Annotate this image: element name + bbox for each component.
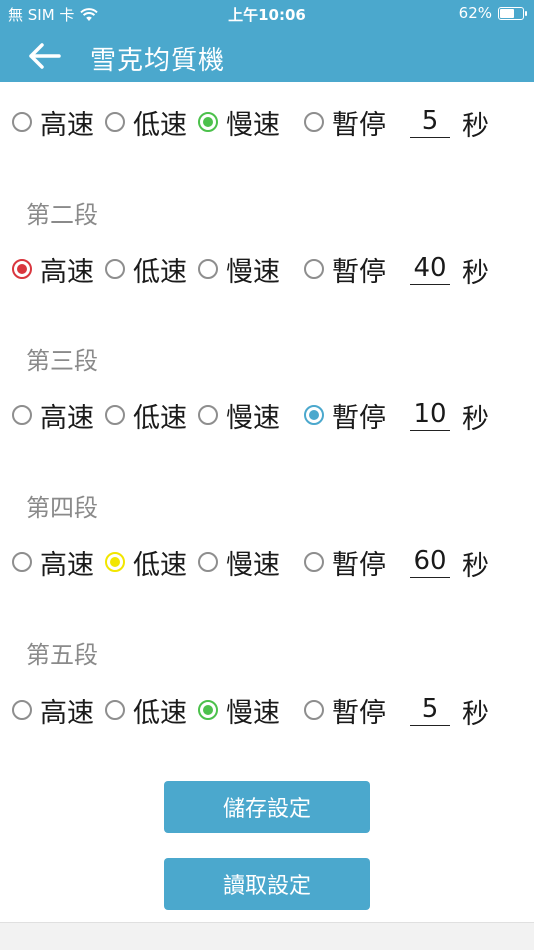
seconds-input[interactable]: [410, 104, 450, 138]
option-label: 慢速: [226, 402, 280, 434]
nav-bar: 雪克均質機: [0, 30, 534, 82]
option-label: 高速: [40, 109, 94, 141]
radio-button[interactable]: [105, 700, 125, 720]
radio-button[interactable]: [198, 259, 218, 279]
seconds-unit: 秒: [462, 551, 489, 582]
segment-title: 第四段: [26, 494, 98, 522]
radio-button[interactable]: [304, 259, 324, 279]
option-label: 高速: [40, 697, 94, 729]
option-label: 低速: [133, 549, 187, 581]
option-high-speed[interactable]: 高速: [12, 542, 94, 582]
segment-row: 高速 低速 慢速 暫停 秒: [0, 102, 534, 142]
seconds-input[interactable]: [410, 251, 450, 285]
option-pause[interactable]: 暫停: [304, 395, 386, 435]
status-bar: 無 SIM 卡 上午10:06 62%: [0, 0, 534, 28]
segment-title: 第二段: [26, 201, 98, 229]
radio-button[interactable]: [12, 259, 32, 279]
battery-icon: [498, 6, 527, 20]
seconds-unit: 秒: [462, 258, 489, 289]
option-label: 高速: [40, 402, 94, 434]
seconds-unit: 秒: [462, 699, 489, 730]
option-label: 暫停: [332, 549, 386, 581]
segment-row: 高速 低速 慢速 暫停 秒: [0, 542, 534, 582]
segment-row: 高速 低速 慢速 暫停 秒: [0, 249, 534, 289]
option-slow-speed[interactable]: 慢速: [198, 102, 280, 142]
option-slow-speed[interactable]: 慢速: [198, 395, 280, 435]
option-low-speed[interactable]: 低速: [105, 542, 187, 582]
segment-title: 第三段: [26, 347, 98, 375]
option-low-speed[interactable]: 低速: [105, 690, 187, 730]
radio-button[interactable]: [304, 112, 324, 132]
option-label: 慢速: [226, 109, 280, 141]
option-label: 暫停: [332, 256, 386, 288]
option-label: 慢速: [226, 256, 280, 288]
option-label: 低速: [133, 256, 187, 288]
option-label: 低速: [133, 402, 187, 434]
radio-button[interactable]: [12, 405, 32, 425]
option-slow-speed[interactable]: 慢速: [198, 249, 280, 289]
radio-button[interactable]: [198, 552, 218, 572]
seconds-input[interactable]: [410, 397, 450, 431]
option-label: 暫停: [332, 109, 386, 141]
radio-button[interactable]: [105, 552, 125, 572]
segment-title: 第五段: [26, 641, 98, 669]
status-right: 62%: [458, 4, 527, 22]
option-label: 低速: [133, 109, 187, 141]
option-slow-speed[interactable]: 慢速: [198, 690, 280, 730]
radio-button[interactable]: [12, 112, 32, 132]
option-pause[interactable]: 暫停: [304, 249, 386, 289]
status-time: 上午10:06: [228, 6, 306, 24]
option-label: 高速: [40, 549, 94, 581]
radio-button[interactable]: [12, 552, 32, 572]
radio-button[interactable]: [105, 259, 125, 279]
radio-button[interactable]: [304, 405, 324, 425]
seconds-unit: 秒: [462, 111, 489, 142]
radio-button[interactable]: [105, 112, 125, 132]
save-settings-button[interactable]: 儲存設定: [164, 781, 370, 833]
option-low-speed[interactable]: 低速: [105, 395, 187, 435]
option-pause[interactable]: 暫停: [304, 690, 386, 730]
page-title: 雪克均質機: [90, 46, 226, 76]
back-arrow-icon[interactable]: [28, 42, 62, 70]
radio-button[interactable]: [198, 700, 218, 720]
app-header: 無 SIM 卡 上午10:06 62% 雪克均質機: [0, 0, 534, 82]
load-settings-button[interactable]: 讀取設定: [164, 858, 370, 910]
radio-button[interactable]: [198, 405, 218, 425]
option-label: 低速: [133, 697, 187, 729]
radio-button[interactable]: [198, 112, 218, 132]
option-label: 慢速: [226, 549, 280, 581]
option-pause[interactable]: 暫停: [304, 542, 386, 582]
option-slow-speed[interactable]: 慢速: [198, 542, 280, 582]
option-high-speed[interactable]: 高速: [12, 395, 94, 435]
radio-button[interactable]: [105, 405, 125, 425]
option-high-speed[interactable]: 高速: [12, 249, 94, 289]
radio-button[interactable]: [304, 552, 324, 572]
battery-percent: 62%: [458, 4, 492, 22]
option-label: 暫停: [332, 697, 386, 729]
bottom-bar: [0, 922, 534, 950]
battery-fill: [500, 8, 514, 18]
option-low-speed[interactable]: 低速: [105, 102, 187, 142]
option-low-speed[interactable]: 低速: [105, 249, 187, 289]
option-label: 高速: [40, 256, 94, 288]
option-high-speed[interactable]: 高速: [12, 690, 94, 730]
option-label: 慢速: [226, 697, 280, 729]
segment-row: 高速 低速 慢速 暫停 秒: [0, 690, 534, 730]
seconds-input[interactable]: [410, 692, 450, 726]
radio-button[interactable]: [12, 700, 32, 720]
seconds-unit: 秒: [462, 404, 489, 435]
seconds-input[interactable]: [410, 544, 450, 578]
radio-button[interactable]: [304, 700, 324, 720]
option-label: 暫停: [332, 402, 386, 434]
option-pause[interactable]: 暫停: [304, 102, 386, 142]
segment-row: 高速 低速 慢速 暫停 秒: [0, 395, 534, 435]
option-high-speed[interactable]: 高速: [12, 102, 94, 142]
